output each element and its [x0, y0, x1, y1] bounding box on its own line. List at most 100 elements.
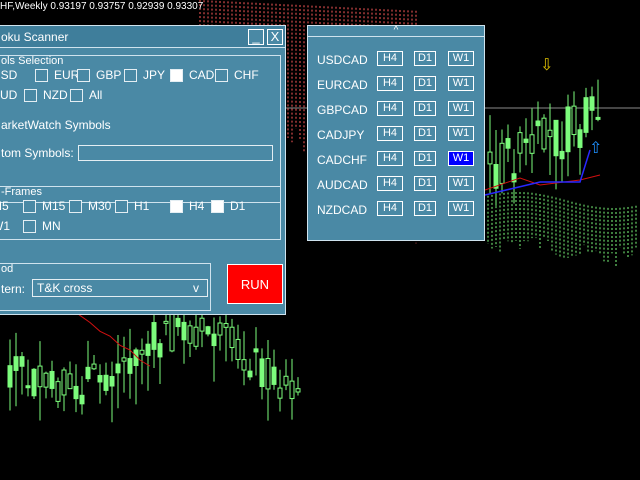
symbols-section: ols Selection USD EUR GBP JPY CAD CHF AUD NZD Al…	[0, 55, 281, 203]
candle	[211, 317, 217, 382]
result-h4-button[interactable]: H4	[377, 76, 403, 91]
timeframe-option-m15[interactable]: M15	[23, 199, 65, 213]
timeframe-option-h1[interactable]: H1	[115, 199, 149, 213]
pattern-select[interactable]: T&K cross v	[32, 279, 208, 297]
result-w1-button[interactable]: W1	[448, 126, 474, 141]
custom-symbols-input[interactable]	[78, 145, 273, 161]
result-d1-button[interactable]: D1	[414, 101, 436, 116]
timeframe-option-mn[interactable]: MN	[23, 219, 61, 233]
candle	[151, 311, 157, 369]
symbol-option-jpy[interactable]: JPY	[124, 68, 165, 82]
candle	[541, 114, 547, 153]
minimize-button[interactable]: _	[248, 29, 264, 45]
result-d1-button[interactable]: D1	[414, 51, 436, 66]
candle	[91, 354, 97, 370]
result-row: USDCAD H4 D1 W1	[317, 51, 483, 67]
timeframe-option-m30[interactable]: M30	[69, 199, 111, 213]
candle	[229, 318, 235, 362]
run-button[interactable]: RUN	[227, 264, 283, 304]
candle	[595, 79, 601, 122]
pattern-select-value: T&K cross	[37, 281, 93, 295]
symbol-option-usd[interactable]: USD	[0, 68, 17, 82]
timeframe-option-label: M30	[88, 199, 112, 213]
result-d1-button[interactable]: D1	[414, 151, 436, 166]
collapse-button[interactable]: ^	[308, 26, 484, 37]
timeframe-checkbox[interactable]	[23, 219, 36, 233]
timeframe-option-h4[interactable]: H4	[170, 199, 204, 213]
timeframes-section: -Frames M5 M15 M30 H1 H4 D1 W1 MN	[0, 186, 281, 240]
candle	[571, 91, 577, 147]
symbol-checkbox[interactable]	[24, 88, 37, 102]
chevron-down-icon: v	[193, 281, 199, 295]
candle	[589, 86, 595, 131]
candle	[199, 310, 205, 348]
result-w1-button[interactable]: W1	[448, 76, 474, 91]
timeframe-option-d1[interactable]: D1	[211, 199, 245, 213]
result-h4-button[interactable]: H4	[377, 126, 403, 141]
close-button[interactable]: X	[267, 29, 283, 45]
result-symbol: GBPCAD	[317, 103, 368, 117]
result-h4-button[interactable]: H4	[377, 101, 403, 116]
result-h4-button[interactable]: H4	[377, 201, 403, 216]
timeframe-checkbox[interactable]	[23, 199, 36, 213]
result-w1-button[interactable]: W1	[448, 151, 474, 166]
timeframe-option-w1[interactable]: W1	[0, 219, 10, 233]
result-w1-button[interactable]: W1	[448, 101, 474, 116]
symbol-option-chf[interactable]: CHF	[215, 68, 259, 82]
symbol-option-aud[interactable]: AUD	[0, 88, 17, 102]
symbol-checkbox[interactable]	[124, 68, 137, 82]
candle	[193, 310, 199, 350]
result-d1-button[interactable]: D1	[414, 76, 436, 91]
result-w1-button[interactable]: W1	[448, 201, 474, 216]
candle	[493, 129, 499, 206]
candle	[583, 87, 589, 138]
symbol-option-label: JPY	[143, 68, 166, 82]
symbol-checkbox[interactable]	[215, 68, 228, 82]
symbol-option-eur[interactable]: EUR	[35, 68, 79, 82]
result-d1-button[interactable]: D1	[414, 176, 436, 191]
candle	[25, 359, 31, 397]
scanner-panel: oku Scanner _ X ols Selection USD EUR GBP J…	[0, 25, 286, 315]
candle	[121, 336, 127, 393]
symbol-checkbox[interactable]	[77, 68, 90, 82]
timeframe-checkbox[interactable]	[170, 199, 183, 213]
timeframe-option-m5[interactable]: M5	[0, 199, 9, 213]
symbol-option-label: All	[89, 88, 103, 102]
candle	[505, 124, 511, 163]
timeframe-option-label: H1	[134, 199, 150, 213]
candle	[265, 339, 271, 421]
candle	[97, 364, 103, 404]
candle	[79, 376, 85, 415]
result-row: AUDCAD H4 D1 W1	[317, 176, 483, 192]
symbol-option-nzd[interactable]: NZD	[24, 88, 68, 102]
result-h4-button[interactable]: H4	[377, 176, 403, 191]
result-row: CADJPY H4 D1 W1	[317, 126, 483, 142]
timeframe-checkbox[interactable]	[115, 199, 128, 213]
symbol-option-label: CAD	[189, 68, 215, 82]
symbol-option-cad[interactable]: CAD	[170, 68, 214, 82]
timeframe-checkbox[interactable]	[69, 199, 82, 213]
result-w1-button[interactable]: W1	[448, 176, 474, 191]
result-h4-button[interactable]: H4	[377, 51, 403, 66]
result-d1-button[interactable]: D1	[414, 126, 436, 141]
candle	[37, 341, 43, 421]
result-row: GBPCAD H4 D1 W1	[317, 101, 483, 117]
symbol-checkbox[interactable]	[35, 68, 48, 82]
symbol-checkbox[interactable]	[170, 68, 183, 82]
candle	[7, 339, 13, 411]
result-w1-button[interactable]: W1	[448, 51, 474, 66]
scanner-titlebar[interactable]: oku Scanner _ X	[0, 26, 285, 48]
candle	[43, 371, 49, 399]
timeframe-checkbox[interactable]	[211, 199, 224, 213]
result-h4-button[interactable]: H4	[377, 151, 403, 166]
candle	[157, 339, 163, 384]
symbol-option-gbp[interactable]: GBP	[77, 68, 121, 82]
candle	[295, 377, 301, 396]
candle	[559, 121, 565, 182]
candle	[553, 119, 559, 190]
candle	[19, 352, 25, 395]
candle	[235, 324, 241, 369]
symbol-checkbox[interactable]	[70, 88, 83, 102]
symbol-option-all[interactable]: All	[70, 88, 102, 102]
result-d1-button[interactable]: D1	[414, 201, 436, 216]
